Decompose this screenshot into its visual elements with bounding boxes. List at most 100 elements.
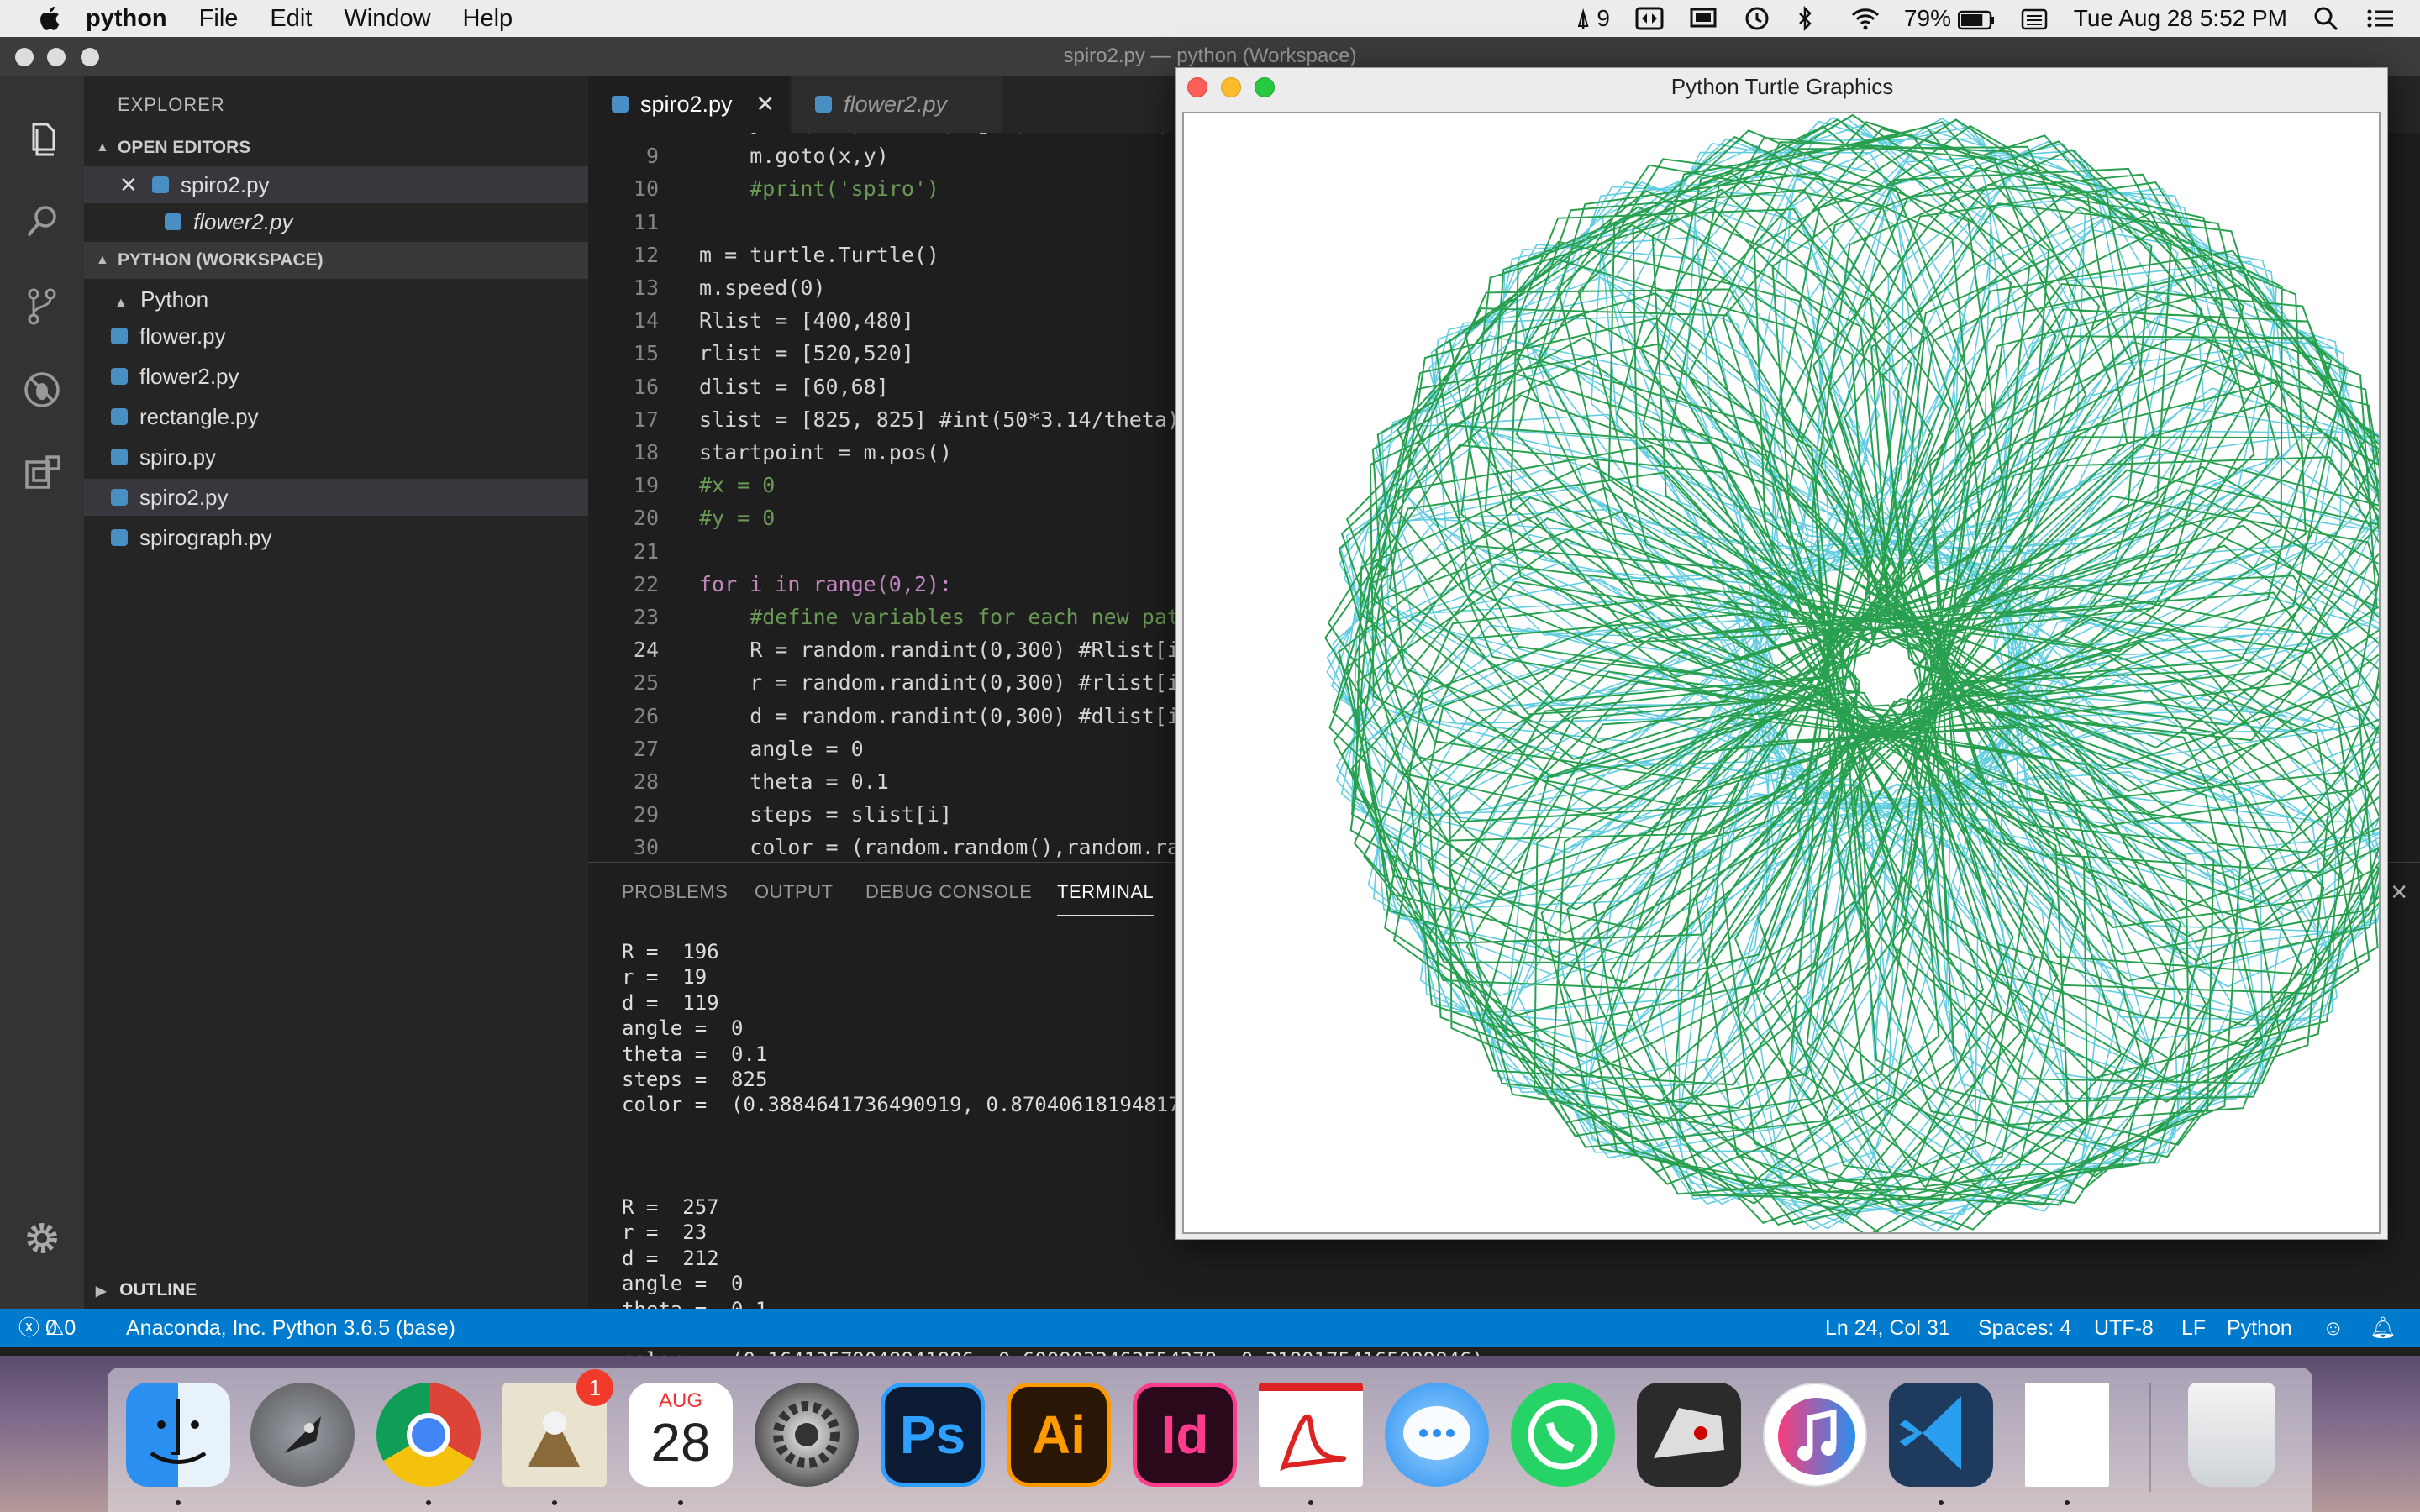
close-window-button[interactable]: [15, 48, 34, 66]
document-icon[interactable]: [2025, 1383, 2109, 1487]
line-number: 24: [633, 638, 659, 663]
illustrator-icon[interactable]: Ai: [1007, 1383, 1111, 1487]
apple-icon[interactable]: [35, 3, 66, 34]
collapse-triangle-icon: ▲: [96, 140, 109, 155]
source-control-icon[interactable]: [22, 286, 62, 326]
file-item[interactable]: flower.py: [84, 318, 588, 354]
acrobat-icon[interactable]: [1259, 1383, 1363, 1487]
tab-problems[interactable]: PROBLEMS: [622, 881, 728, 903]
file-item[interactable]: spirograph.py: [84, 519, 588, 556]
mail-icon[interactable]: 1: [502, 1369, 613, 1487]
visual-studio-code-icon[interactable]: [1889, 1383, 1993, 1487]
code-line: #define variables for each new patte: [699, 605, 1206, 629]
close-window-button[interactable]: [1187, 77, 1207, 97]
notifications-bell-icon[interactable]: 🔔︎: [2370, 1309, 2396, 1347]
display-icon[interactable]: [1635, 6, 1664, 31]
turtle-canvas[interactable]: [1182, 112, 2381, 1234]
files-icon[interactable]: [22, 119, 62, 160]
open-editors-label: OPEN EDITORS: [118, 138, 251, 157]
minimize-window-button[interactable]: [47, 48, 66, 66]
running-indicator: [1939, 1500, 1944, 1505]
cast-icon[interactable]: [1689, 6, 1718, 31]
folder-python[interactable]: ▲ Python: [84, 281, 588, 318]
photoshop-icon[interactable]: Ps: [881, 1383, 985, 1487]
bluetooth-icon[interactable]: [1797, 5, 1825, 32]
code-line: #y = 0: [699, 506, 776, 531]
edit-menu[interactable]: Edit: [270, 5, 312, 33]
calendar-day: 28: [650, 1412, 711, 1473]
close-panel-icon[interactable]: ✕: [2390, 879, 2408, 906]
close-tab-icon[interactable]: ✕: [755, 76, 775, 133]
spotlight-search-icon[interactable]: [2312, 6, 2341, 31]
adobe-menu[interactable]: ⍋ 9: [1576, 4, 1610, 33]
battery-status[interactable]: 79%: [1904, 5, 1995, 32]
open-editor-item[interactable]: flower2.py: [84, 203, 588, 240]
finder-icon[interactable]: [126, 1383, 230, 1487]
dock-separator: [2149, 1383, 2151, 1492]
system-preferences-icon[interactable]: [755, 1383, 859, 1487]
code-line: angle = 0: [699, 736, 864, 761]
time-machine-icon[interactable]: [1743, 6, 1771, 31]
itunes-icon[interactable]: [1763, 1383, 1867, 1487]
tab-flower2[interactable]: flower2.py: [792, 76, 1002, 133]
tab-output[interactable]: OUTPUT: [755, 881, 833, 903]
menu-bar: python File Edit Window Help ⍋ 9 79% Tue…: [0, 0, 2420, 37]
minimize-window-button[interactable]: [1221, 77, 1241, 97]
open-editors-section[interactable]: ▲ OPEN EDITORS: [84, 129, 588, 166]
settings-gear-icon[interactable]: [22, 1218, 62, 1258]
interpreter-status[interactable]: Anaconda, Inc. Python 3.6.5 (base): [126, 1309, 455, 1347]
eol-status[interactable]: LF: [2181, 1309, 2206, 1347]
tab-debug-console[interactable]: DEBUG CONSOLE: [865, 881, 1032, 903]
search-icon[interactable]: [22, 202, 62, 242]
cursor-position[interactable]: Ln 24, Col 31: [1825, 1309, 1950, 1347]
app-menu[interactable]: python: [86, 5, 167, 33]
file-item[interactable]: spiro2.py: [84, 479, 588, 516]
wifi-icon[interactable]: [1850, 6, 1879, 31]
file-item[interactable]: spiro.py: [84, 438, 588, 475]
window-menu[interactable]: Window: [344, 5, 430, 33]
feedback-smiley-icon[interactable]: ☺: [2323, 1309, 2344, 1347]
clock[interactable]: Tue Aug 28 5:52 PM: [2074, 5, 2287, 32]
outline-section[interactable]: ▶ OUTLINE: [84, 1272, 588, 1309]
whatsapp-icon[interactable]: [1511, 1383, 1615, 1487]
workspace-section[interactable]: ▲ PYTHON (WORKSPACE): [84, 242, 588, 279]
terminal-line: R = 257: [622, 1195, 719, 1219]
language-status[interactable]: Python: [2227, 1309, 2292, 1347]
zoom-window-button[interactable]: [81, 48, 99, 66]
turtle-window-title: Python Turtle Graphics: [1670, 74, 1894, 99]
encoding-status[interactable]: UTF-8: [2094, 1309, 2154, 1347]
file-menu[interactable]: File: [199, 5, 239, 33]
code-line: m.speed(0): [699, 276, 826, 300]
code-line: theta = 0.1: [699, 769, 889, 794]
file-item[interactable]: rectangle.py: [84, 398, 588, 435]
keyboard-icon[interactable]: [2020, 6, 2049, 31]
problems-status[interactable]: ⓧ 0 ⚠ 0: [18, 1309, 76, 1347]
indesign-icon[interactable]: Id: [1133, 1383, 1237, 1487]
zoom-window-button[interactable]: [1255, 77, 1275, 97]
close-icon[interactable]: ✕: [119, 172, 138, 197]
line-number: 27: [633, 736, 659, 761]
extensions-icon[interactable]: [22, 454, 62, 494]
file-item[interactable]: flower2.py: [84, 358, 588, 395]
line-number: 19: [633, 473, 659, 498]
calendar-icon[interactable]: AUG 28: [629, 1383, 733, 1487]
running-indicator: [2065, 1500, 2070, 1505]
indentation-status[interactable]: Spaces: 4: [1978, 1309, 2071, 1347]
trash-icon[interactable]: [2188, 1383, 2275, 1487]
help-menu[interactable]: Help: [463, 5, 513, 33]
tab-terminal[interactable]: TERMINAL: [1057, 881, 1155, 916]
status-bar: ⓧ 0 ⚠ 0 Anaconda, Inc. Python 3.6.5 (bas…: [0, 1309, 2420, 1347]
rhino-icon[interactable]: [1637, 1383, 1741, 1487]
tab-spiro2[interactable]: spiro2.py ✕: [588, 76, 790, 133]
launchpad-icon[interactable]: [250, 1383, 355, 1487]
notification-center-icon[interactable]: [2366, 6, 2395, 31]
adobe-count: 9: [1597, 5, 1610, 31]
debug-icon[interactable]: [22, 370, 62, 410]
python-file-icon: [111, 328, 128, 345]
messages-icon[interactable]: [1385, 1383, 1489, 1487]
python-file-icon: [111, 408, 128, 426]
line-number: 30: [633, 835, 659, 860]
terminal-line: r = 23: [622, 1221, 708, 1245]
open-editor-item[interactable]: ✕ spiro2.py: [84, 166, 588, 203]
chrome-icon[interactable]: [376, 1383, 481, 1487]
